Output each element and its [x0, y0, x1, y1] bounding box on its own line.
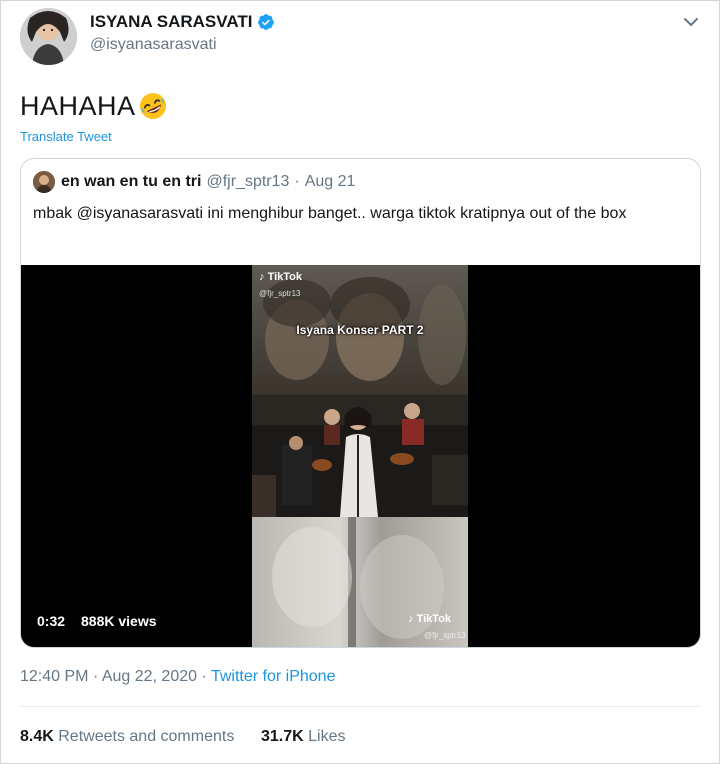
user-name-row[interactable]: ISYANA SARASVATI: [90, 12, 275, 32]
tweet-source-link[interactable]: Twitter for iPhone: [211, 668, 336, 685]
quoted-avatar-image: [33, 171, 55, 193]
divider: [20, 706, 700, 707]
retweets-stat[interactable]: 8.4K Retweets and comments: [20, 728, 234, 745]
tiktok-note-icon: ♪: [408, 613, 414, 625]
tweet-text: HAHAHA: [20, 90, 169, 122]
video-concert-scene: [252, 395, 468, 517]
video-caption: Isyana Konser PART 2: [296, 323, 424, 337]
tiktok-watermark-top-text: TikTok: [267, 271, 302, 283]
tiktok-user-bottom: @fjr_sptr13: [424, 631, 466, 640]
likes-stat[interactable]: 31.7K Likes: [261, 728, 346, 745]
quoted-date[interactable]: Aug 21: [305, 173, 356, 191]
tweet-timestamp: 12:40 PM · Aug 22, 2020 · Twitter for iP…: [20, 668, 335, 686]
tweet-date[interactable]: Aug 22, 2020: [102, 668, 197, 685]
video-top-panel: ♪ TikTok @fjr_sptr13 Isyana Konser PART …: [252, 265, 468, 395]
tweet-time[interactable]: 12:40 PM: [20, 668, 88, 685]
avatar[interactable]: [20, 8, 77, 65]
display-name[interactable]: ISYANA SARASVATI: [90, 12, 252, 32]
likes-label: Likes: [308, 728, 346, 745]
user-handle[interactable]: @isyanasarasvati: [90, 36, 217, 54]
tweet-stats: 8.4K Retweets and comments 31.7K Likes: [20, 728, 346, 746]
video-frame: ♪ TikTok @fjr_sptr13 Isyana Konser PART …: [252, 265, 468, 647]
tiktok-watermark-top: ♪ TikTok: [259, 271, 302, 283]
quoted-tweet-header: en wan en tu en tri @fjr_sptr13 · Aug 21: [33, 171, 355, 193]
retweets-count: 8.4K: [20, 728, 54, 745]
quoted-handle[interactable]: @fjr_sptr13: [206, 173, 289, 191]
tiktok-watermark-bottom-text: TikTok: [416, 613, 451, 625]
quoted-tweet[interactable]: en wan en tu en tri @fjr_sptr13 · Aug 21…: [20, 158, 701, 648]
quoted-text: mbak @isyanasarasvati ini menghibur bang…: [33, 205, 627, 222]
quoted-separator: ·: [294, 173, 300, 190]
tweet-text-content: HAHAHA: [20, 90, 136, 121]
video-duration: 0:32: [37, 613, 66, 629]
video-player[interactable]: ♪ TikTok @fjr_sptr13 Isyana Konser PART …: [21, 265, 700, 647]
video-views: 888K views: [81, 613, 157, 629]
timestamp-separator-2: ·: [201, 668, 207, 685]
likes-count: 31.7K: [261, 728, 304, 745]
video-bottom-panel: [252, 517, 468, 647]
video-blurred-dress: [272, 517, 444, 647]
tiktok-watermark-bottom: ♪ TikTok: [408, 613, 451, 625]
tiktok-note-icon: ♪: [259, 271, 265, 283]
video-middle-panel: [252, 395, 468, 517]
quoted-avatar[interactable]: [33, 171, 55, 193]
quoted-display-name[interactable]: en wan en tu en tri: [61, 173, 201, 191]
verified-badge-icon: [258, 14, 275, 30]
translate-tweet-link[interactable]: Translate Tweet: [20, 129, 112, 144]
chevron-down-icon[interactable]: [682, 16, 700, 28]
timestamp-separator: ·: [92, 668, 99, 685]
retweets-label: Retweets and comments: [58, 728, 235, 745]
tiktok-user-top: @fjr_sptr13: [259, 289, 301, 298]
avatar-image: [20, 8, 77, 65]
rolling-on-floor-laughing-icon: [139, 93, 166, 119]
